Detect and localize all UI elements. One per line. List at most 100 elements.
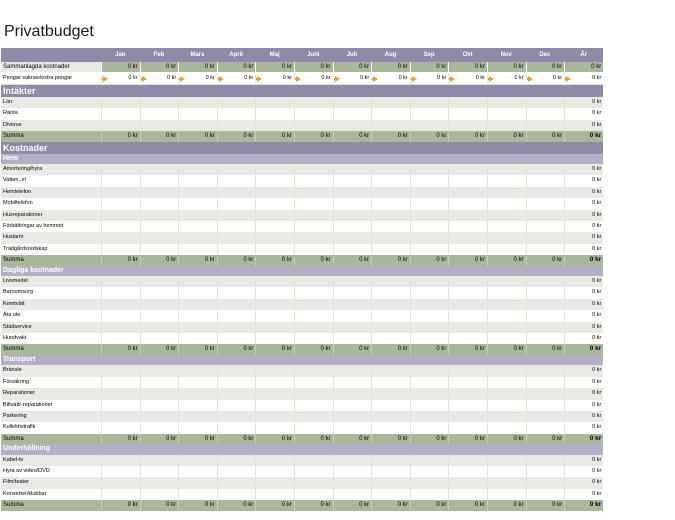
month-cell[interactable] xyxy=(409,333,449,345)
month-cell[interactable] xyxy=(255,243,294,256)
total-cell[interactable]: 0 kr xyxy=(101,62,140,73)
month-cell[interactable] xyxy=(448,321,487,333)
month-cell[interactable] xyxy=(371,232,410,244)
total-cell[interactable]: 0 kr xyxy=(216,62,256,73)
month-cell[interactable] xyxy=(409,96,449,109)
summary-cell[interactable]: 0 kr xyxy=(371,433,410,445)
month-cell[interactable] xyxy=(101,186,140,199)
month-cell[interactable] xyxy=(409,466,449,478)
month-cell[interactable] xyxy=(139,119,179,131)
month-cell[interactable] xyxy=(293,163,333,176)
month-cell[interactable] xyxy=(525,198,565,210)
month-cell[interactable] xyxy=(409,220,449,233)
month-cell[interactable] xyxy=(371,209,410,221)
month-cell[interactable] xyxy=(293,399,333,411)
month-cell[interactable] xyxy=(525,422,565,434)
month-cell[interactable] xyxy=(409,232,449,244)
month-cell[interactable] xyxy=(101,488,140,501)
month-cell[interactable] xyxy=(409,399,449,411)
month-cell[interactable] xyxy=(371,276,410,288)
row-label[interactable]: Vatten, el xyxy=(1,175,101,186)
month-cell[interactable] xyxy=(525,276,565,288)
month-cell[interactable] xyxy=(216,321,256,333)
month-cell[interactable] xyxy=(448,186,487,199)
summary-cell[interactable]: 0 kr xyxy=(332,255,372,266)
month-cell[interactable] xyxy=(525,399,565,411)
month-cell[interactable] xyxy=(486,466,526,478)
month-cell[interactable] xyxy=(139,422,179,434)
summary-cell[interactable]: 0 kr xyxy=(371,500,410,511)
month-cell[interactable] xyxy=(216,209,256,221)
month-cell[interactable] xyxy=(409,243,449,256)
month-cell[interactable] xyxy=(101,276,140,288)
month-cell[interactable] xyxy=(139,220,179,233)
month-cell[interactable] xyxy=(101,477,140,489)
month-cell[interactable] xyxy=(448,209,487,221)
month-cell[interactable] xyxy=(178,108,217,120)
month-cell[interactable] xyxy=(255,477,294,489)
year-cell[interactable]: 0 kr xyxy=(564,198,603,210)
balance-year-cell[interactable]: 0 kr xyxy=(564,73,603,84)
month-cell[interactable] xyxy=(293,186,333,199)
month-cell[interactable] xyxy=(448,488,487,501)
month-cell[interactable] xyxy=(178,186,217,199)
total-cell[interactable]: 0 kr xyxy=(409,62,449,73)
month-cell[interactable] xyxy=(525,163,565,176)
month-cell[interactable] xyxy=(178,410,217,423)
balance-cell[interactable]: 0 kr xyxy=(525,73,565,84)
month-cell[interactable] xyxy=(448,276,487,288)
month-cell[interactable] xyxy=(178,454,217,467)
summary-cell[interactable]: 0 kr xyxy=(178,344,217,355)
month-cell[interactable] xyxy=(448,96,487,109)
summary-cell[interactable]: 0 kr xyxy=(101,255,140,266)
year-cell[interactable]: 0 kr xyxy=(564,488,603,501)
month-cell[interactable] xyxy=(332,310,372,322)
summary-cell[interactable]: 0 kr xyxy=(139,500,179,511)
month-cell[interactable] xyxy=(178,466,217,478)
month-cell[interactable] xyxy=(448,108,487,120)
row-label[interactable]: Kollektivtrafik xyxy=(1,422,101,433)
month-cell[interactable] xyxy=(525,119,565,131)
summary-cell[interactable]: 0 kr xyxy=(525,433,565,445)
summary-cell[interactable]: 0 kr xyxy=(293,344,333,355)
month-cell[interactable] xyxy=(101,96,140,109)
month-cell[interactable] xyxy=(139,108,179,120)
month-cell[interactable] xyxy=(486,108,526,120)
summary-cell[interactable]: 0 kr xyxy=(332,433,372,445)
row-label[interactable]: Livsmedel xyxy=(1,276,101,287)
summary-cell[interactable]: 0 kr xyxy=(409,344,449,355)
year-cell[interactable]: 0 kr xyxy=(564,108,603,120)
month-cell[interactable] xyxy=(139,399,179,411)
month-cell[interactable] xyxy=(139,232,179,244)
summary-cell[interactable]: 0 kr xyxy=(332,500,372,511)
summary-cell[interactable]: 0 kr xyxy=(178,255,217,266)
month-cell[interactable] xyxy=(178,232,217,244)
month-cell[interactable] xyxy=(139,198,179,210)
summary-cell[interactable]: 0 kr xyxy=(525,255,565,266)
month-cell[interactable] xyxy=(409,287,449,299)
month-cell[interactable] xyxy=(255,422,294,434)
year-cell[interactable]: 0 kr xyxy=(564,376,603,389)
month-cell[interactable] xyxy=(409,310,449,322)
month-cell[interactable] xyxy=(332,186,372,199)
balance-cell[interactable]: 0 kr xyxy=(293,73,333,84)
month-cell[interactable] xyxy=(409,454,449,467)
month-cell[interactable] xyxy=(409,163,449,176)
month-cell[interactable] xyxy=(139,96,179,109)
month-cell[interactable] xyxy=(525,410,565,423)
month-cell[interactable] xyxy=(486,96,526,109)
month-cell[interactable] xyxy=(525,209,565,221)
month-cell[interactable] xyxy=(255,108,294,120)
balance-cell[interactable]: 0 kr xyxy=(486,73,526,84)
month-cell[interactable] xyxy=(332,287,372,299)
month-cell[interactable] xyxy=(448,298,487,311)
month-cell[interactable] xyxy=(216,477,256,489)
summary-cell[interactable]: 0 kr xyxy=(293,255,333,266)
month-cell[interactable] xyxy=(486,410,526,423)
month-cell[interactable] xyxy=(409,388,449,400)
month-cell[interactable] xyxy=(409,321,449,333)
month-cell[interactable] xyxy=(293,477,333,489)
total-cell[interactable]: 0 kr xyxy=(255,62,294,73)
month-cell[interactable] xyxy=(448,287,487,299)
month-cell[interactable] xyxy=(293,108,333,120)
